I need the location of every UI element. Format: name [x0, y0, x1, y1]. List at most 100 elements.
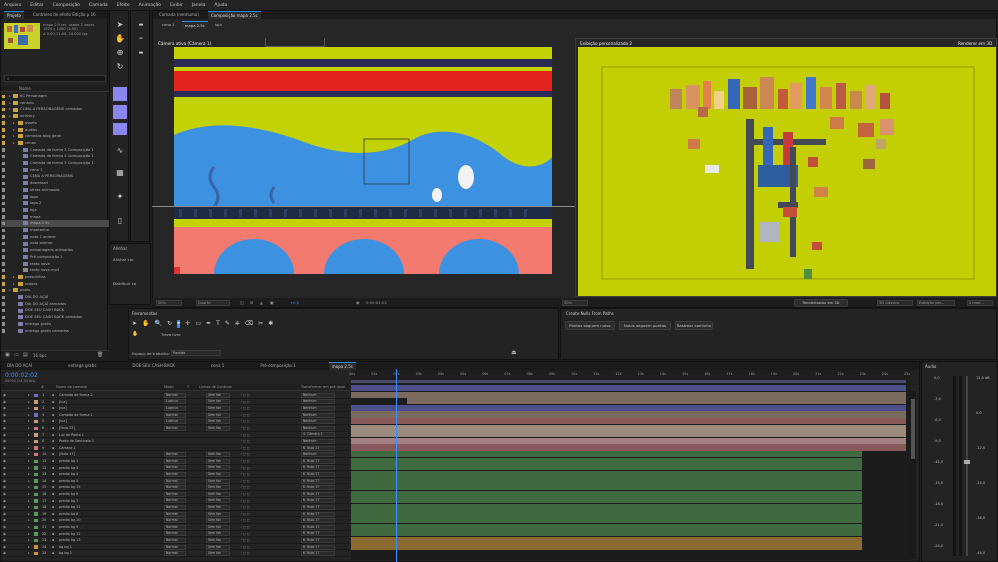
layer-row[interactable]: ◉ ▸ 20 ▪ predio bg 10 Normal Sem fon ⁄ ◻ ◻ 6. Nu… — [1, 517, 350, 524]
layer-label-color[interactable] — [34, 452, 38, 457]
expand-arrow-icon[interactable]: ▸ — [28, 504, 30, 511]
label-color-swatch[interactable] — [2, 161, 5, 165]
snapshot-icon[interactable]: ◫ — [240, 300, 244, 305]
parent-dropdown[interactable]: Nenhum — [301, 392, 335, 398]
layer-mode-dropdown[interactable]: Luzinus — [164, 405, 186, 411]
project-item[interactable]: CENA A PERSONAGENS — [1, 173, 109, 180]
label-color-swatch[interactable] — [2, 114, 5, 119]
parent-dropdown[interactable]: 6. Nulo 17 — [301, 531, 335, 537]
expand-arrow-icon[interactable]: ▸ — [28, 517, 30, 524]
project-item[interactable]: ▸ delivery — [1, 113, 109, 120]
layer-label-color[interactable] — [34, 505, 38, 510]
layer-mode-dropdown[interactable]: Normal — [164, 471, 186, 477]
fill-swatch[interactable] — [113, 87, 127, 101]
layer-row[interactable]: ◉ ▸ 13 ▪ predio bg 4 Normal Sem fon ⁄ ◻ ◻ 6. Nul… — [1, 471, 350, 478]
layer-duration-bar[interactable] — [351, 470, 862, 477]
menu-item-4[interactable]: Efeito — [117, 3, 130, 8]
layer-row[interactable]: ◉ ▸ 5 ▪ [luz] Luzinus Sem fon ⁄ ◻ ◻ Nenhum — [1, 418, 350, 425]
layer-mode-dropdown[interactable]: Normal — [164, 511, 186, 517]
track-matte-dropdown[interactable]: Sem fon — [206, 392, 230, 398]
rect-icon[interactable]: ▭ — [195, 320, 201, 328]
layer-label-color[interactable] — [34, 525, 38, 529]
track-matte-dropdown[interactable]: Sem fon — [206, 491, 230, 497]
label-color-swatch[interactable] — [2, 248, 5, 253]
hand-icon[interactable]: ✋ — [142, 320, 149, 328]
timeline-tab[interactable]: DIA DO AÇAÍ — [4, 362, 35, 370]
menu-item-0[interactable]: Arquivo — [4, 3, 21, 8]
pen-icon[interactable]: ✒ — [206, 320, 211, 328]
timeline-timecode[interactable]: 0:00:02:02 00050 (24,00 fps) — [5, 372, 55, 383]
timeline-tab[interactable]: mapa 2.5c — [328, 362, 356, 370]
trace-path-button[interactable]: Rastrear caminho — [675, 321, 713, 330]
work-area-bar[interactable] — [351, 380, 906, 383]
track-matte-dropdown[interactable]: Sem fon — [206, 458, 230, 464]
project-item[interactable]: nota animar — [1, 240, 109, 247]
trash-icon[interactable]: 🗑 — [97, 352, 103, 358]
tab-project[interactable]: Projeto — [4, 11, 24, 19]
track-matte-dropdown[interactable]: Sem fon — [206, 511, 230, 517]
label-color-swatch[interactable] — [2, 188, 5, 192]
layer-mode-dropdown[interactable]: Normal — [164, 491, 186, 497]
text-icon[interactable]: T — [216, 320, 220, 328]
visibility-eye-icon[interactable]: ◉ — [3, 504, 6, 511]
switches[interactable]: ⁄ ◻ ◻ — [241, 511, 250, 518]
parent-dropdown[interactable]: 6. Nulo 17 — [301, 537, 335, 543]
expand-arrow-icon[interactable]: ▸ — [9, 287, 11, 294]
menu-item-2[interactable]: Composição — [53, 3, 80, 8]
layer-mode-dropdown[interactable]: Normal — [164, 425, 186, 431]
volume-slider-thumb[interactable] — [964, 460, 970, 464]
layer-mode-dropdown[interactable]: Normal — [164, 531, 186, 537]
timeline-tab[interactable]: DOE SEU CASH BACK — [129, 362, 177, 370]
layer-label-color[interactable] — [34, 485, 38, 490]
switches[interactable]: ⁄ ◻ ◻ — [241, 445, 250, 452]
visibility-eye-icon[interactable]: ◉ — [3, 418, 6, 425]
switches[interactable]: ⁄ ◻ ◻ — [241, 392, 250, 399]
switches[interactable]: ⁄ ◻ ◻ — [241, 425, 250, 432]
align-top-icon[interactable]: ▬ — [135, 19, 147, 31]
parent-dropdown[interactable]: Nenhum — [301, 438, 335, 444]
project-item[interactable]: personagens animados — [1, 247, 109, 254]
layer-mode-dropdown[interactable]: Normal — [164, 485, 186, 491]
project-item[interactable]: ▸ CLIMA A PERSONAGENS camadas — [1, 106, 109, 113]
parent-dropdown[interactable]: 6. Nulo 17 — [301, 524, 335, 530]
expand-arrow-icon[interactable]: ▸ — [13, 281, 15, 288]
project-item[interactable]: nota 1 animar — [1, 234, 109, 241]
track-matte-dropdown[interactable]: Sem fon — [206, 471, 230, 477]
new-comp-icon[interactable]: ▤ — [23, 352, 28, 358]
track-matte-dropdown[interactable]: Sem fon — [206, 465, 230, 471]
layer-row[interactable]: ◉ ▸ 22 ▪ predio bg 12 Normal Sem fon ⁄ ◻ ◻ 6. Nu… — [1, 531, 350, 538]
visibility-eye-icon[interactable]: ◉ — [3, 445, 6, 452]
layer-mode-dropdown[interactable]: Normal — [164, 452, 186, 458]
switches[interactable]: ⁄ ◻ ◻ — [241, 471, 250, 478]
layer-duration-bar[interactable] — [406, 398, 906, 405]
label-color-swatch[interactable] — [2, 141, 5, 145]
rotate-tool-icon[interactable]: ↻ — [114, 61, 126, 73]
viewer-timecode[interactable]: 0:00:02:02 — [366, 300, 387, 305]
expand-arrow-icon[interactable]: ▸ — [28, 445, 30, 452]
3d-view-dropdown[interactable]: 3D clássico — [877, 299, 913, 306]
expand-arrow-icon[interactable]: ▸ — [9, 113, 11, 120]
subtab-mapa[interactable]: mapa 2.5c — [181, 21, 208, 29]
menu-item-1[interactable]: Editar — [30, 3, 43, 8]
expand-arrow-icon[interactable]: ▸ — [28, 458, 30, 465]
project-item[interactable]: ▸ cenario — [1, 100, 109, 107]
parent-dropdown[interactable]: Nenhum — [301, 452, 335, 458]
new-folder-icon[interactable]: ▭ — [14, 352, 19, 358]
layer-label-color[interactable] — [34, 446, 38, 450]
layer-duration-bar[interactable] — [351, 391, 906, 398]
visibility-eye-icon[interactable]: ◉ — [3, 537, 6, 544]
label-color-swatch[interactable] — [2, 201, 5, 206]
expand-arrow-icon[interactable]: ▸ — [13, 133, 15, 140]
label-color-swatch[interactable] — [2, 322, 5, 326]
layer-label-color[interactable] — [34, 459, 38, 463]
label-color-swatch[interactable] — [2, 221, 5, 226]
eraser-icon[interactable]: ⌫ — [245, 320, 253, 328]
right-zoom-dropdown[interactable]: 50% — [562, 299, 588, 306]
layer-label-color[interactable] — [34, 492, 38, 496]
document-icon[interactable]: ▯ — [114, 215, 126, 227]
layer-mode-dropdown[interactable]: Normal — [164, 551, 186, 557]
label-color-swatch[interactable] — [2, 288, 5, 293]
visibility-eye-icon[interactable]: ◉ — [3, 524, 6, 531]
layer-label-color[interactable] — [34, 499, 38, 503]
switches[interactable]: ⁄ ◻ ◻ — [241, 531, 250, 538]
